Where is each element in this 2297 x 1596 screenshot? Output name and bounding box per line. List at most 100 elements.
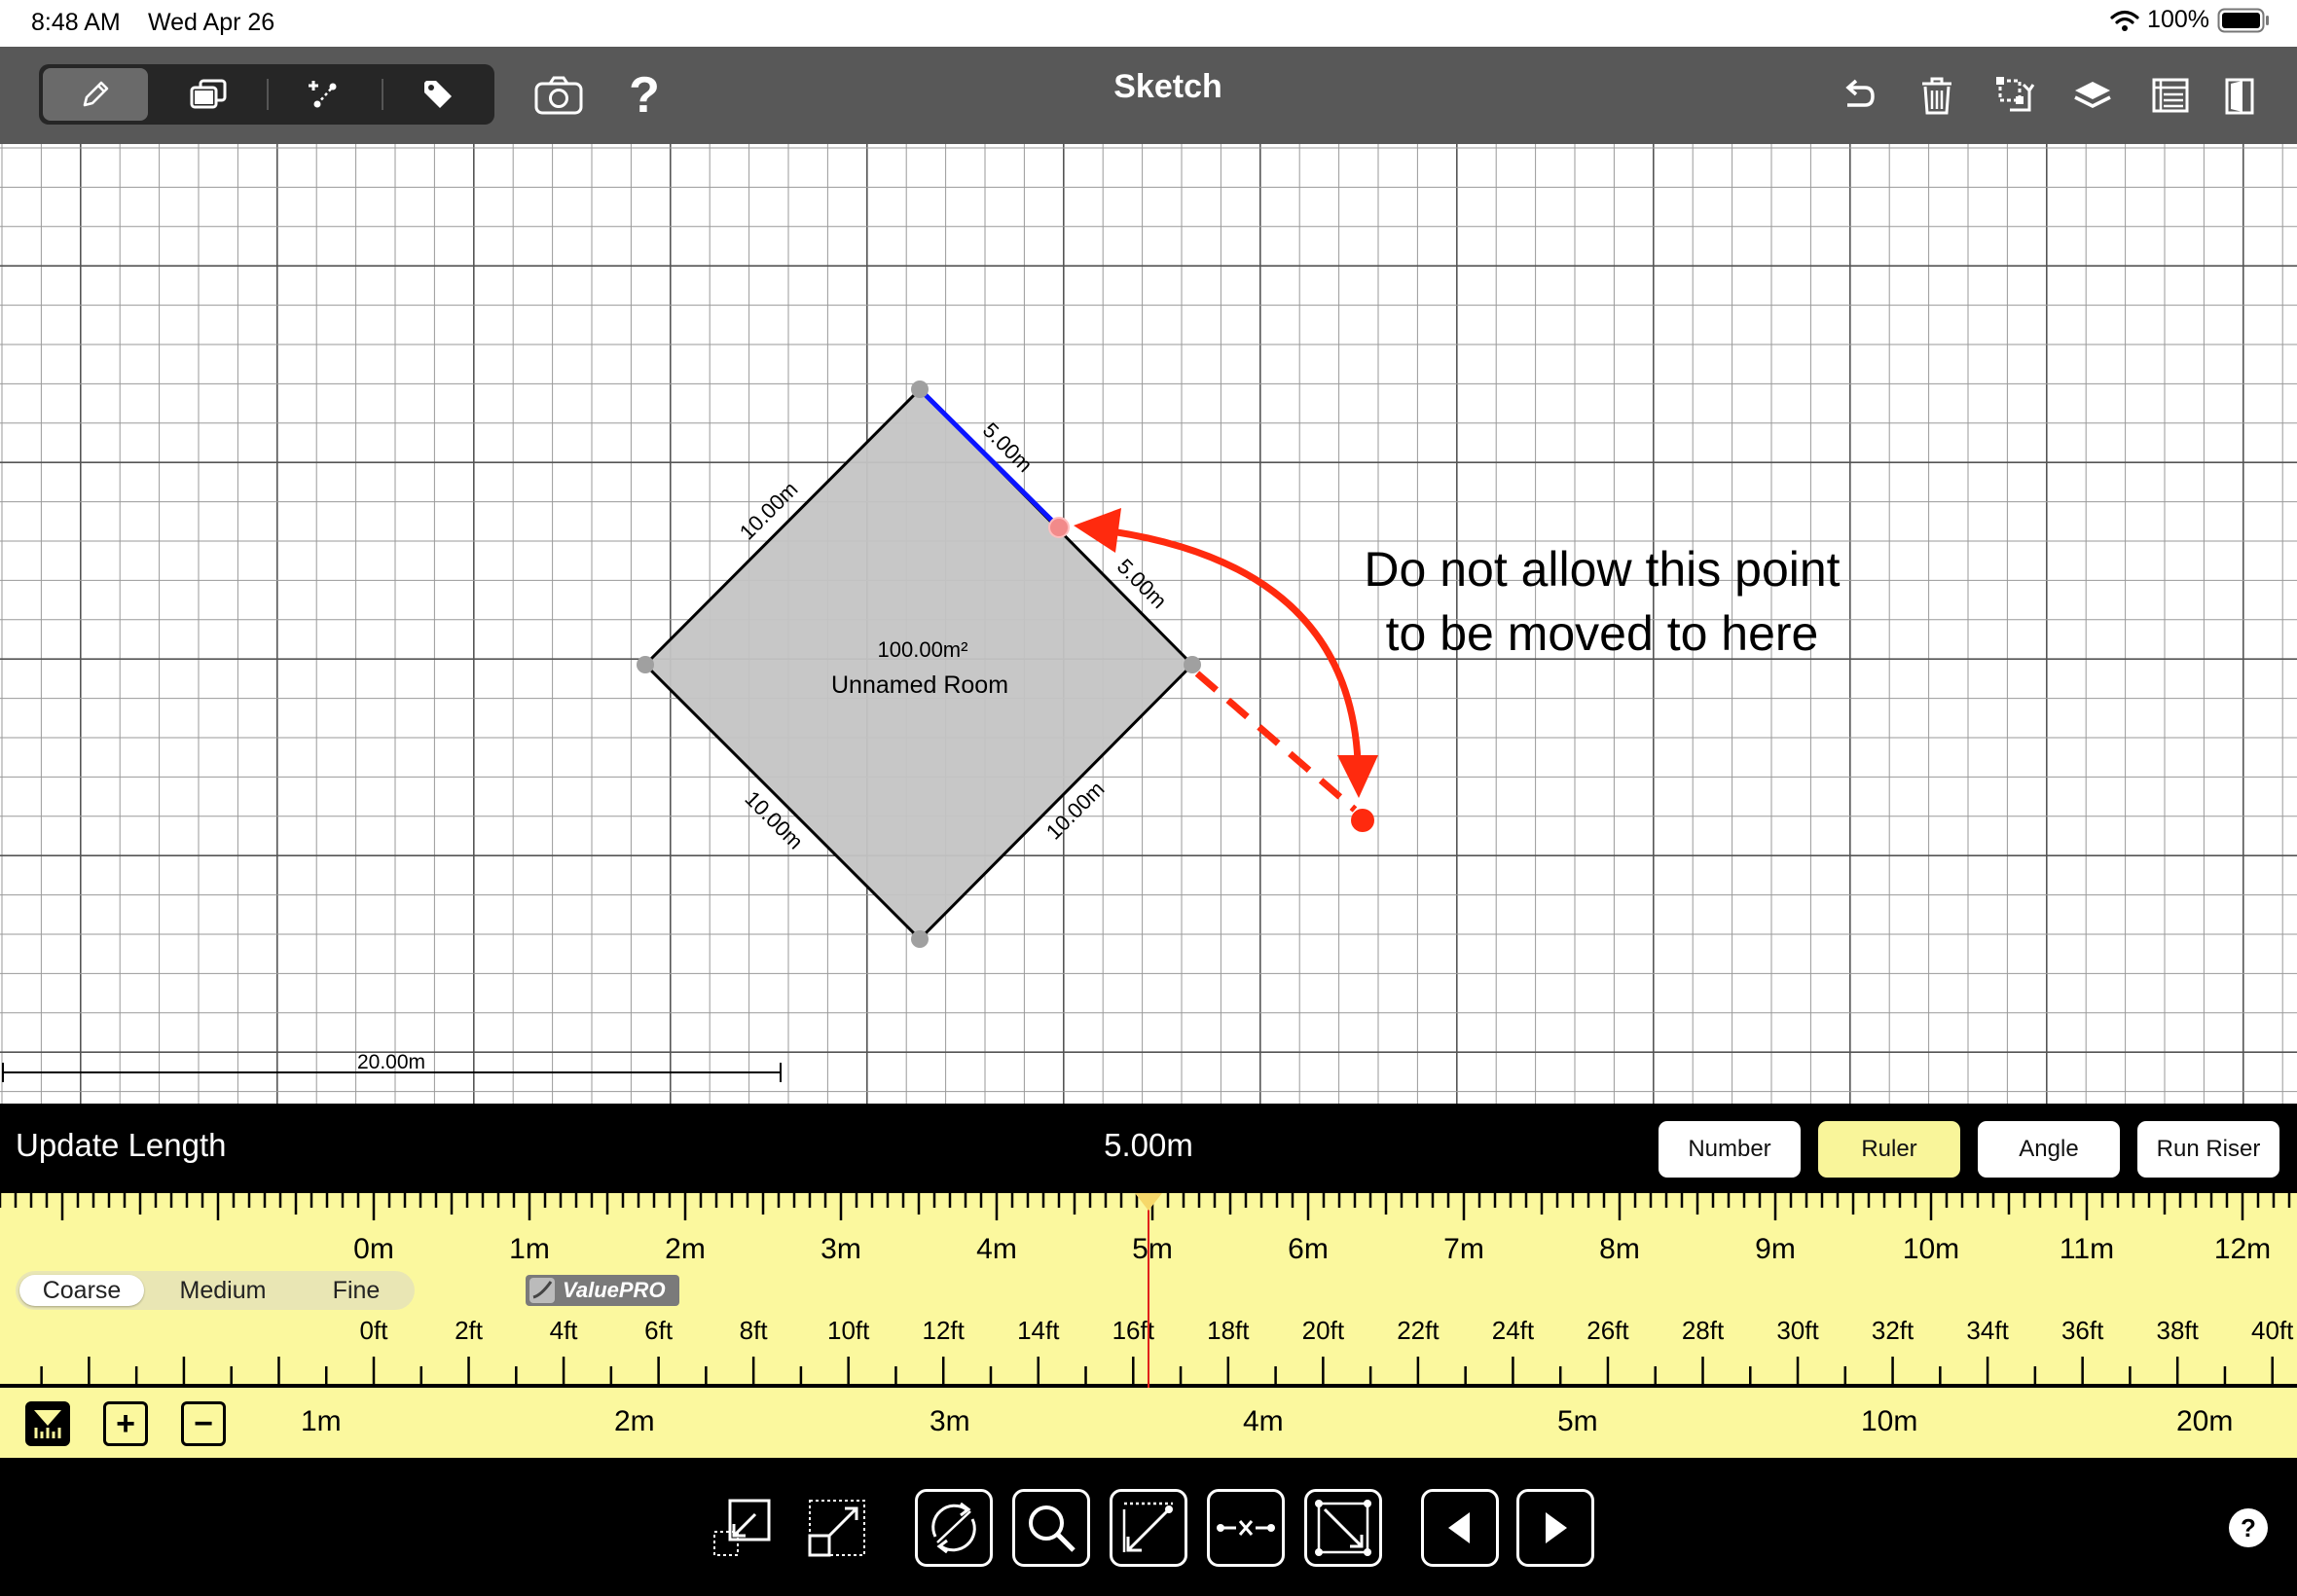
segment-divider bbox=[267, 79, 269, 110]
ruler-style-icon bbox=[34, 1410, 61, 1438]
diagonal-button[interactable] bbox=[1304, 1489, 1382, 1567]
delete-button[interactable] bbox=[1912, 70, 1962, 121]
previous-icon bbox=[1448, 1512, 1470, 1543]
transform-button[interactable] bbox=[1989, 70, 2040, 121]
help-circle-button[interactable]: ? bbox=[2229, 1508, 2268, 1547]
mode-number-button[interactable]: Number bbox=[1659, 1121, 1801, 1178]
valuepro-brand: ValuePRO bbox=[563, 1278, 666, 1302]
annotation-line-2: to be moved to here bbox=[1386, 606, 1819, 661]
expand-button[interactable] bbox=[798, 1489, 876, 1567]
camera-icon bbox=[534, 76, 583, 115]
mode-run-riser-button[interactable]: Run Riser bbox=[2137, 1121, 2279, 1178]
metric-label: 4m bbox=[976, 1233, 1017, 1265]
split-edge-button[interactable] bbox=[1207, 1489, 1285, 1567]
status-bar: 8:48 AM Wed Apr 26 100% bbox=[0, 0, 2297, 47]
expand-icon bbox=[808, 1500, 865, 1557]
vertex-right[interactable] bbox=[1184, 656, 1201, 673]
mode-angle-button[interactable]: Angle bbox=[1978, 1121, 2120, 1178]
zoom-button[interactable] bbox=[1012, 1489, 1090, 1567]
detail-coarse[interactable]: Coarse bbox=[19, 1275, 144, 1306]
door-button[interactable] bbox=[2215, 70, 2266, 121]
imperial-label: 20ft bbox=[1302, 1316, 1345, 1345]
add-point-button[interactable] bbox=[273, 68, 378, 121]
toolbar: ? Sketch bbox=[0, 47, 2297, 144]
camera-button[interactable] bbox=[533, 70, 584, 121]
transform-icon bbox=[1996, 77, 2035, 112]
label-tool-button[interactable] bbox=[385, 68, 491, 121]
tool-segmented-control bbox=[39, 64, 494, 125]
mode-ruler-button[interactable]: Ruler bbox=[1818, 1121, 1960, 1178]
detail-medium[interactable]: Medium bbox=[160, 1275, 286, 1306]
metric-label: 1m bbox=[509, 1233, 550, 1265]
rotate-icon bbox=[931, 1502, 976, 1554]
imperial-label: 40ft bbox=[2251, 1316, 2294, 1345]
imperial-label: 4ft bbox=[550, 1316, 579, 1345]
diagonal-icon bbox=[1315, 1500, 1371, 1556]
shrink-icon bbox=[713, 1499, 771, 1556]
zoom-1m[interactable]: 1m bbox=[301, 1405, 342, 1438]
metric-label: 10m bbox=[1903, 1233, 1959, 1265]
zoom-2m[interactable]: 2m bbox=[614, 1405, 655, 1438]
valuepro-logo: ValuePRO bbox=[526, 1275, 679, 1306]
minus-icon: − bbox=[194, 1405, 213, 1442]
vertex-top[interactable] bbox=[911, 381, 929, 398]
zoom-5m[interactable]: 5m bbox=[1557, 1405, 1598, 1438]
imperial-label: 18ft bbox=[1207, 1316, 1250, 1345]
ruler-indicator-marker-icon bbox=[1135, 1193, 1162, 1211]
sketch-drawing[interactable]: 10.00m 5.00m 5.00m 10.00m 10.00m 100.00m… bbox=[0, 144, 2297, 1104]
shrink-button[interactable] bbox=[703, 1489, 781, 1567]
measure-line-button[interactable] bbox=[1110, 1489, 1187, 1567]
imperial-label: 34ft bbox=[1966, 1316, 2009, 1345]
detail-fine[interactable]: Fine bbox=[298, 1275, 415, 1306]
sketch-canvas[interactable]: 10.00m 5.00m 5.00m 10.00m 10.00m 100.00m… bbox=[0, 144, 2297, 1104]
scale-label: 20.00m bbox=[357, 1051, 425, 1073]
layers-button[interactable] bbox=[2067, 70, 2118, 121]
zoom-icon bbox=[1029, 1505, 1076, 1552]
room-shape[interactable] bbox=[642, 386, 1195, 942]
status-right: 100% bbox=[2110, 6, 2270, 34]
zoom-in-button[interactable]: + bbox=[103, 1401, 148, 1446]
metric-label: 5m bbox=[1132, 1233, 1173, 1265]
previous-button[interactable] bbox=[1421, 1489, 1499, 1567]
zoom-out-button[interactable]: − bbox=[181, 1401, 226, 1446]
add-point-icon bbox=[309, 81, 337, 108]
plus-icon: + bbox=[116, 1405, 135, 1442]
help-button[interactable]: ? bbox=[619, 70, 670, 121]
undo-button[interactable] bbox=[1834, 70, 1884, 121]
imperial-label: 2ft bbox=[455, 1316, 484, 1345]
imperial-labels: 0ft 2ft 4ft 6ft 8ft 10ft 12ft 14ft 16ft 18ft 20ft 2… bbox=[360, 1316, 2295, 1345]
length-ruler[interactable]: 0m 1m 2m 3m 4m 5m 6m 7m 8m 9m 10m 11m 12m 0ft 2ft 4ft 6… bbox=[0, 1193, 2297, 1388]
selected-point[interactable] bbox=[1048, 517, 1070, 538]
copy-layer-button[interactable] bbox=[156, 68, 261, 121]
zoom-10m[interactable]: 10m bbox=[1861, 1405, 1917, 1438]
metric-label: 12m bbox=[2214, 1233, 2271, 1265]
report-button[interactable] bbox=[2145, 70, 2196, 121]
rotate-button[interactable] bbox=[915, 1489, 993, 1567]
zoom-20m[interactable]: 20m bbox=[2176, 1405, 2233, 1438]
ruler-style-button[interactable] bbox=[25, 1401, 70, 1446]
metric-label: 3m bbox=[820, 1233, 861, 1265]
arrowhead-left-icon bbox=[1074, 508, 1121, 553]
vertex-left[interactable] bbox=[637, 656, 654, 673]
undo-icon bbox=[1845, 79, 1875, 107]
help-circle-icon: ? bbox=[2241, 1512, 2256, 1542]
segment-divider bbox=[382, 79, 383, 110]
imperial-label: 8ft bbox=[740, 1316, 769, 1345]
room-name[interactable]: Unnamed Room bbox=[831, 671, 1008, 699]
next-button[interactable] bbox=[1516, 1489, 1594, 1567]
metric-label: 2m bbox=[665, 1233, 706, 1265]
zoom-3m[interactable]: 3m bbox=[930, 1405, 970, 1438]
zoom-4m[interactable]: 4m bbox=[1243, 1405, 1284, 1438]
door-icon bbox=[2225, 78, 2254, 115]
wifi-icon bbox=[2110, 10, 2139, 31]
draw-tool-button[interactable] bbox=[43, 68, 148, 121]
trash-icon bbox=[1922, 77, 1951, 115]
vertex-bottom[interactable] bbox=[911, 930, 929, 948]
metric-label: 8m bbox=[1599, 1233, 1640, 1265]
imperial-label: 36ft bbox=[2061, 1316, 2104, 1345]
metric-label: 0m bbox=[353, 1233, 394, 1265]
ruler-detail-selector: Coarse Medium Fine bbox=[16, 1271, 415, 1310]
forbidden-target-point bbox=[1351, 809, 1374, 832]
status-date: Wed Apr 26 bbox=[148, 9, 275, 36]
imperial-label: 26ft bbox=[1586, 1316, 1629, 1345]
